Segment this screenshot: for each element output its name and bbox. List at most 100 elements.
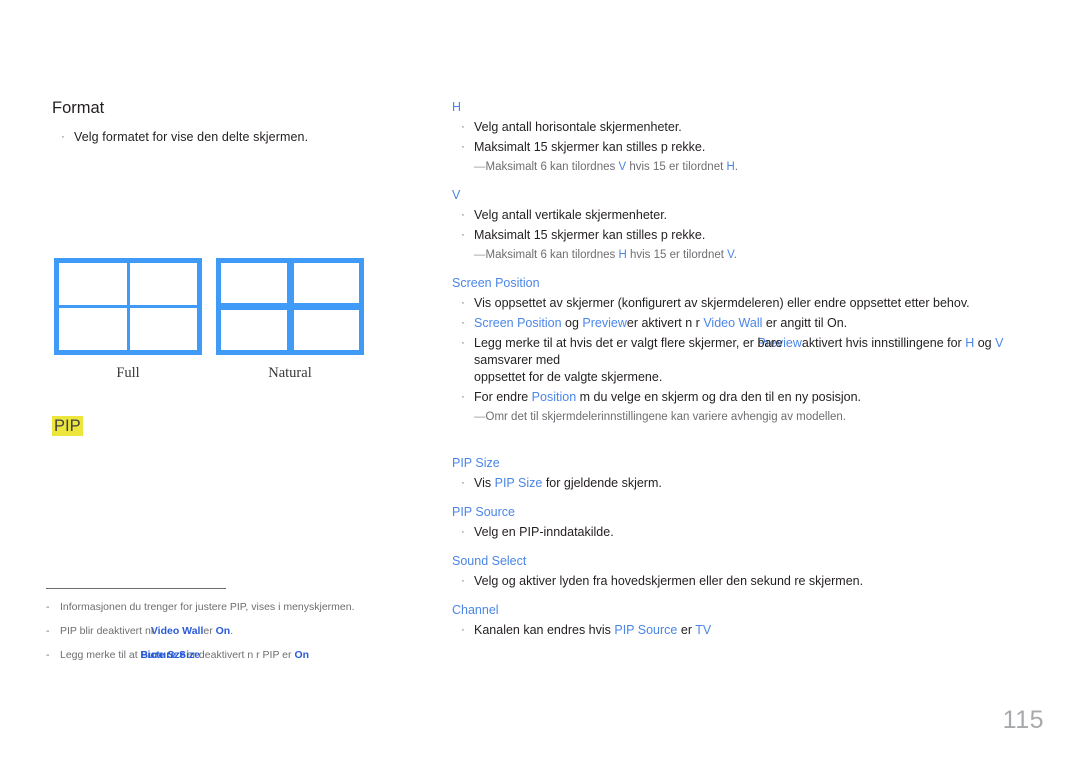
link-pip-source: PIP Source bbox=[614, 623, 678, 637]
channel-bullet: Kanalen kan endres hvis PIP Source er TV bbox=[474, 622, 1052, 639]
footnote-text: PIP blir deaktivert nVideo WallVideo Wal… bbox=[60, 624, 376, 639]
section-sound-select-heading: Sound Select bbox=[452, 554, 527, 568]
section-h-bullet-1: Velg antall horisontale skjermenheter. bbox=[474, 120, 682, 134]
footnote-dash-icon: - bbox=[46, 649, 50, 661]
text-og: og bbox=[561, 316, 583, 330]
footnote-text: Legg merke til at Bure SzePicture SizeBu… bbox=[60, 648, 376, 663]
footnote-mid: er deaktivert n r PIP er bbox=[183, 649, 295, 661]
note-link-v: V bbox=[727, 249, 734, 261]
grid-cell bbox=[221, 310, 287, 350]
list-item: · Maksimalt 15 skjermer kan stilles p re… bbox=[452, 139, 1052, 156]
footnote-item: - Legg merke til at Bure SzePicture Size… bbox=[46, 648, 376, 663]
screen-format-diagrams: Full Natural bbox=[52, 258, 402, 390]
format-bullet-text: Velg formatet for vise den delte skjerme… bbox=[74, 130, 309, 144]
note-link-h: H bbox=[618, 249, 627, 261]
pip-section-title: PIP bbox=[52, 416, 83, 436]
section-screen-position-heading: Screen Position bbox=[452, 276, 540, 290]
text-aktivert: er aktivert n r bbox=[626, 316, 704, 330]
link-position: Position bbox=[531, 390, 577, 404]
screen-position-bullet-3: Legg merke til at hvis det er valgt fler… bbox=[474, 335, 1052, 386]
bullet4-post: m du velge en skjerm og dra den til en n… bbox=[576, 390, 862, 404]
note-dash-icon: — bbox=[474, 249, 486, 261]
section-pip-source-heading: PIP Source bbox=[452, 505, 516, 519]
section-screen-position: Screen Position · Vis oppsettet av skjer… bbox=[452, 275, 1052, 425]
list-item: · Kanalen kan endres hvis PIP Source er … bbox=[452, 622, 1052, 639]
section-v-bullet-1: Velg antall vertikale skjermenheter. bbox=[474, 208, 668, 222]
list-item: · Legg merke til at hvis det er valgt fl… bbox=[452, 335, 1052, 386]
grid-cell bbox=[129, 263, 197, 305]
footnote-block: - Informasjonen du trenger for justere P… bbox=[46, 588, 376, 672]
note-pre: Maksimalt 6 kan tilordnes bbox=[485, 249, 619, 261]
right-column-lower: PIP Size · Vis PIP Size for gjeldende sk… bbox=[452, 455, 1052, 651]
format-section-title: Format bbox=[52, 99, 105, 117]
section-v-heading: V bbox=[452, 188, 461, 202]
list-item: · Vis PIP Size for gjeldende skjerm. bbox=[452, 475, 1052, 492]
note-link-v: V bbox=[618, 161, 627, 173]
bullet-dot-icon: · bbox=[461, 209, 465, 221]
pip-highlighted-label: PIP bbox=[52, 416, 83, 436]
bullet-dot-icon: · bbox=[461, 121, 465, 133]
bullet4-pre: For endre bbox=[474, 390, 532, 404]
section-h-bullet-2: Maksimalt 15 skjermer kan stilles p rekk… bbox=[474, 140, 706, 154]
footnote-pre: PIP blir deaktivert n bbox=[60, 625, 151, 637]
screen-position-note: — Omr det til skjermdelerinnstillingene … bbox=[452, 409, 1052, 425]
bullet-dot-icon: · bbox=[461, 477, 465, 489]
full-grid-label: Full bbox=[116, 365, 140, 381]
footnote-link: On bbox=[215, 625, 231, 637]
overlap-artifact: Bure SzePicture SizeBure Sze bbox=[141, 648, 201, 663]
grid-cell bbox=[59, 263, 127, 305]
footnote-item: - Informasjonen du trenger for justere P… bbox=[46, 600, 376, 615]
section-channel: Channel · Kanalen kan endres hvis PIP So… bbox=[452, 602, 1052, 639]
link-video-wall: Video Wall bbox=[703, 316, 763, 330]
bullet-dot-icon: · bbox=[461, 229, 465, 241]
section-pip-source: PIP Source · Velg en PIP-inndatakilde. bbox=[452, 504, 1052, 541]
section-v-bullet-2: Maksimalt 15 skjermer kan stilles p rekk… bbox=[474, 228, 706, 242]
list-item: · Velg en PIP-inndatakilde. bbox=[452, 524, 1052, 541]
footnote-link: On bbox=[294, 649, 310, 661]
note-post: . bbox=[733, 249, 737, 261]
bullet3-line2: oppsettet for de valgte skjermene. bbox=[474, 370, 663, 384]
overlap-artifact: PreviewPreviewbare bbox=[757, 335, 801, 352]
note-text: Maksimalt 6 kan tilordnes V hvis 15 er t… bbox=[486, 159, 1053, 175]
link-preview: Preview bbox=[582, 316, 627, 330]
link-h: H bbox=[965, 336, 975, 350]
note-mid: hvis 15 er tilordnet bbox=[626, 249, 728, 261]
bullet3-post: samsvarer med bbox=[474, 353, 561, 367]
natural-grid-label: Natural bbox=[268, 365, 312, 381]
page-number: 115 bbox=[1002, 706, 1044, 734]
text-angitt-on: er angitt til On. bbox=[762, 316, 848, 330]
pip-size-bullet: Vis PIP Size for gjeldende skjerm. bbox=[474, 475, 1052, 492]
section-h: H · Velg antall horisontale skjermenhete… bbox=[452, 99, 1052, 175]
bullet3-pre: Legg merke til at hvis det er valgt fler… bbox=[474, 336, 758, 350]
grid-cell bbox=[129, 308, 197, 350]
section-v: V · Velg antall vertikale skjermenheter.… bbox=[452, 187, 1052, 263]
bullet-dot-icon: · bbox=[461, 141, 465, 153]
bullet-dot-icon: · bbox=[461, 317, 465, 329]
link-pip-size: PIP Size bbox=[494, 476, 543, 490]
natural-grid-diagram: Natural bbox=[216, 258, 364, 382]
overlap-layer-a: Video Wall bbox=[150, 625, 204, 637]
note-text: Maksimalt 6 kan tilordnes H hvis 15 er t… bbox=[486, 247, 1053, 263]
overlap-layer-b: bare bbox=[757, 336, 783, 350]
bullet-dot-icon: · bbox=[461, 575, 465, 587]
right-column-upper: H · Velg antall horisontale skjermenhete… bbox=[452, 99, 1052, 437]
full-grid-box bbox=[54, 258, 202, 355]
bullet3-mid: aktivert hvis innstillingene for bbox=[801, 336, 966, 350]
section-v-note: — Maksimalt 6 kan tilordnes H hvis 15 er… bbox=[452, 247, 1052, 263]
list-item: · Velg og aktiver lyden fra hovedskjerme… bbox=[452, 573, 1052, 590]
section-h-note: — Maksimalt 6 kan tilordnes V hvis 15 er… bbox=[452, 159, 1052, 175]
list-item: · Maksimalt 15 skjermer kan stilles p re… bbox=[452, 227, 1052, 244]
list-item: · Vis oppsettet av skjermer (konfigurert… bbox=[452, 295, 1052, 312]
footnote-pre: Legg merke til at bbox=[60, 649, 141, 661]
pip-size-post: for gjeldende skjerm. bbox=[542, 476, 662, 490]
note-dash-icon: — bbox=[474, 411, 486, 423]
section-h-heading: H bbox=[452, 100, 462, 114]
link-tv: TV bbox=[695, 623, 712, 637]
section-channel-heading: Channel bbox=[452, 603, 499, 617]
list-item: · Velg antall horisontale skjermenheter. bbox=[452, 119, 1052, 136]
bullet-dot-icon: · bbox=[461, 526, 465, 538]
bullet-dot-icon: · bbox=[461, 337, 465, 349]
link-v: V bbox=[995, 336, 1004, 350]
pip-size-pre: Vis bbox=[474, 476, 495, 490]
grid-cell bbox=[293, 310, 359, 350]
